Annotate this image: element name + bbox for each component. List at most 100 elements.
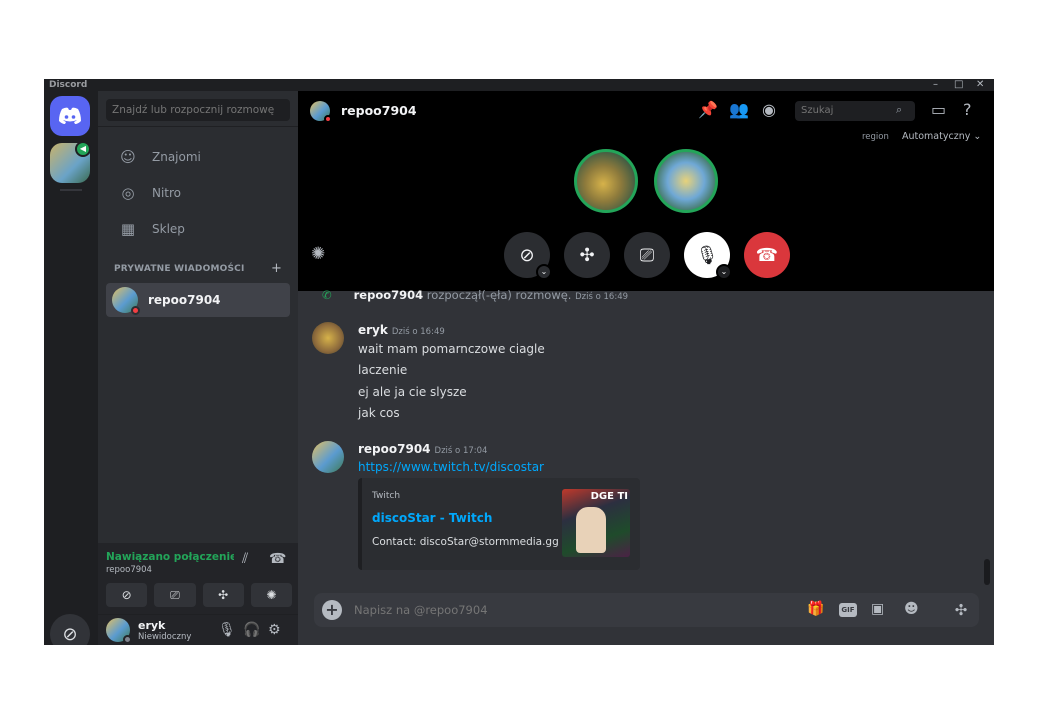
- message-time: Dziś o 16:49: [391, 327, 445, 337]
- activities-icon: ✣: [218, 588, 229, 602]
- link-embed: Twitch discoStar - Twitch Contact: disco…: [358, 478, 640, 570]
- avatar: [112, 287, 140, 315]
- mute-button[interactable]: 🎙 ⌄: [684, 232, 732, 280]
- pin-icon[interactable]: 📌: [698, 100, 718, 119]
- soundboard-icon: ✺: [266, 588, 277, 602]
- chat-messages: ✆ repoo7904 rozpoczął(-ęła) rozmowę. Dziś…: [298, 288, 994, 591]
- home-button[interactable]: [50, 96, 90, 136]
- microphone-icon[interactable]: 🎙: [218, 622, 236, 638]
- embed-provider[interactable]: Twitch: [372, 491, 400, 501]
- chevron-down-icon[interactable]: ⌄: [536, 264, 552, 280]
- voice-actions: ⊘ ⎚ ✣ ✺: [106, 583, 292, 609]
- user-avatar[interactable]: [106, 618, 132, 644]
- camera-button[interactable]: ⊘: [106, 583, 148, 607]
- nitro-icon: ◎: [121, 184, 135, 202]
- camera-off-icon: ⊘: [519, 244, 535, 266]
- title-bar: Discord – □ ✕: [44, 79, 994, 91]
- dm-item-repoo7904[interactable]: repoo7904: [106, 283, 290, 317]
- screenshare-button[interactable]: ⎚: [624, 232, 670, 278]
- system-message-time: Dziś o 16:49: [575, 292, 629, 302]
- dm-header: PRYWATNE WIADOMOŚCI: [114, 264, 245, 274]
- nav-friends[interactable]: ☺ Znajomi: [106, 141, 290, 173]
- user-status: Niewidoczny: [138, 632, 192, 642]
- dm-item-name: repoo7904: [148, 293, 221, 307]
- activities-button[interactable]: ✣: [564, 232, 610, 278]
- gift-icon[interactable]: 🎁: [807, 601, 824, 617]
- message-author[interactable]: repoo7904 Dziś o 17:04: [358, 442, 487, 456]
- dnd-status-icon: [324, 115, 332, 123]
- message-text: jak cos: [358, 406, 400, 420]
- message-input[interactable]: [354, 600, 774, 620]
- dm-sidebar: ☺ Znajomi ◎ Nitro ▦ Sklep PRYWATNE WIADO…: [98, 91, 298, 645]
- discover-button[interactable]: ⊘: [50, 614, 90, 645]
- discord-window: Discord – □ ✕ ◀ ⊘ ☺ Znajomi ◎ Nitro: [44, 79, 994, 645]
- avatar[interactable]: [312, 441, 344, 473]
- camera-button[interactable]: ⊘ ⌄: [504, 232, 552, 280]
- nav-shop-label: Sklep: [152, 222, 185, 236]
- embed-description: Contact: discoStar@stormmedia.gg: [372, 536, 559, 548]
- voice-status[interactable]: Nawiązano połączenie: [106, 551, 234, 563]
- call-participant-avatar[interactable]: [574, 149, 638, 213]
- invisible-status-icon: [123, 635, 132, 644]
- embed-thumbnail[interactable]: DGE TI: [562, 489, 630, 557]
- screenshare-button[interactable]: ⎚: [154, 583, 196, 607]
- phone-icon: ✆: [322, 288, 332, 302]
- call-area: repoo7904 📌 👥 ◉ ⌕ ▭ ? region Automatyczn…: [298, 91, 994, 291]
- microphone-icon: 🎙: [695, 244, 719, 266]
- avatar[interactable]: [312, 322, 344, 354]
- settings-icon[interactable]: ⚙: [268, 622, 281, 638]
- dm-search-input[interactable]: [106, 99, 290, 121]
- avatar: [310, 101, 332, 123]
- message-link[interactable]: https://www.twitch.tv/discostar: [358, 460, 544, 474]
- message-author-name[interactable]: eryk: [358, 323, 388, 337]
- message-author[interactable]: eryk Dziś o 16:49: [358, 323, 445, 337]
- dnd-status-icon: [131, 306, 140, 315]
- disconnect-icon[interactable]: ☎: [269, 551, 286, 567]
- apps-button[interactable]: ✣: [943, 593, 979, 627]
- message-author-name[interactable]: repoo7904: [358, 442, 431, 456]
- system-message-author[interactable]: repoo7904: [354, 288, 424, 302]
- maximize-button[interactable]: □: [954, 79, 963, 91]
- hang-up-button[interactable]: ☎: [744, 232, 790, 278]
- app-title: Discord: [49, 80, 88, 90]
- nav-shop[interactable]: ▦ Sklep: [106, 213, 290, 245]
- nav-nitro-label: Nitro: [152, 186, 182, 200]
- add-user-icon[interactable]: 👥: [729, 100, 749, 119]
- embed-title[interactable]: discoStar - Twitch: [372, 511, 492, 525]
- page-title: repoo7904: [341, 103, 417, 118]
- noise-suppression-icon[interactable]: ⫽: [242, 551, 248, 567]
- chat-scrollbar[interactable]: [984, 559, 990, 585]
- emoji-icon[interactable]: ☻: [904, 601, 919, 617]
- inbox-icon[interactable]: ▭: [931, 100, 946, 119]
- voice-channel-name: repoo7904: [106, 565, 152, 575]
- top-bar: repoo7904 📌 👥 ◉ ⌕ ▭ ?: [298, 91, 994, 129]
- minimize-button[interactable]: –: [933, 79, 938, 91]
- voice-connection-panel: Nawiązano połączenie repoo7904 ⫽ ☎ ⊘ ⎚ ✣…: [98, 543, 298, 615]
- server-list: ◀ ⊘: [44, 91, 98, 645]
- region-select[interactable]: Automatyczny ⌄: [902, 131, 981, 142]
- call-participant-avatar[interactable]: [654, 149, 718, 213]
- chevron-down-icon[interactable]: ⌄: [716, 264, 732, 280]
- main-content: repoo7904 📌 👥 ◉ ⌕ ▭ ? region Automatyczn…: [298, 91, 994, 645]
- nav-nitro[interactable]: ◎ Nitro: [106, 177, 290, 209]
- sticker-icon[interactable]: ▣: [871, 601, 884, 617]
- region-label: region: [862, 132, 889, 142]
- activities-button[interactable]: ✣: [202, 583, 244, 607]
- hang-up-icon: ☎: [755, 244, 779, 266]
- message-text: ej ale ja cie slysze: [358, 385, 467, 399]
- help-icon[interactable]: ?: [963, 100, 972, 119]
- close-window-button[interactable]: ✕: [976, 79, 984, 91]
- soundboard-button[interactable]: ✺: [250, 583, 292, 607]
- discord-logo-icon: [59, 107, 81, 124]
- gif-button[interactable]: GIF: [839, 603, 857, 617]
- speaker-icon: ◀: [75, 141, 91, 157]
- upload-button[interactable]: +: [322, 600, 342, 620]
- soundboard-icon[interactable]: ✺: [311, 244, 325, 264]
- message-text: wait mam pomarnczowe ciagle: [358, 342, 545, 356]
- headphones-icon[interactable]: 🎧: [243, 622, 260, 638]
- profile-icon[interactable]: ◉: [762, 100, 776, 119]
- create-dm-button[interactable]: +: [271, 261, 282, 276]
- activities-icon: ✣: [579, 244, 595, 266]
- dm-search-bar: [98, 91, 298, 127]
- search-icon: ⌕: [896, 103, 903, 116]
